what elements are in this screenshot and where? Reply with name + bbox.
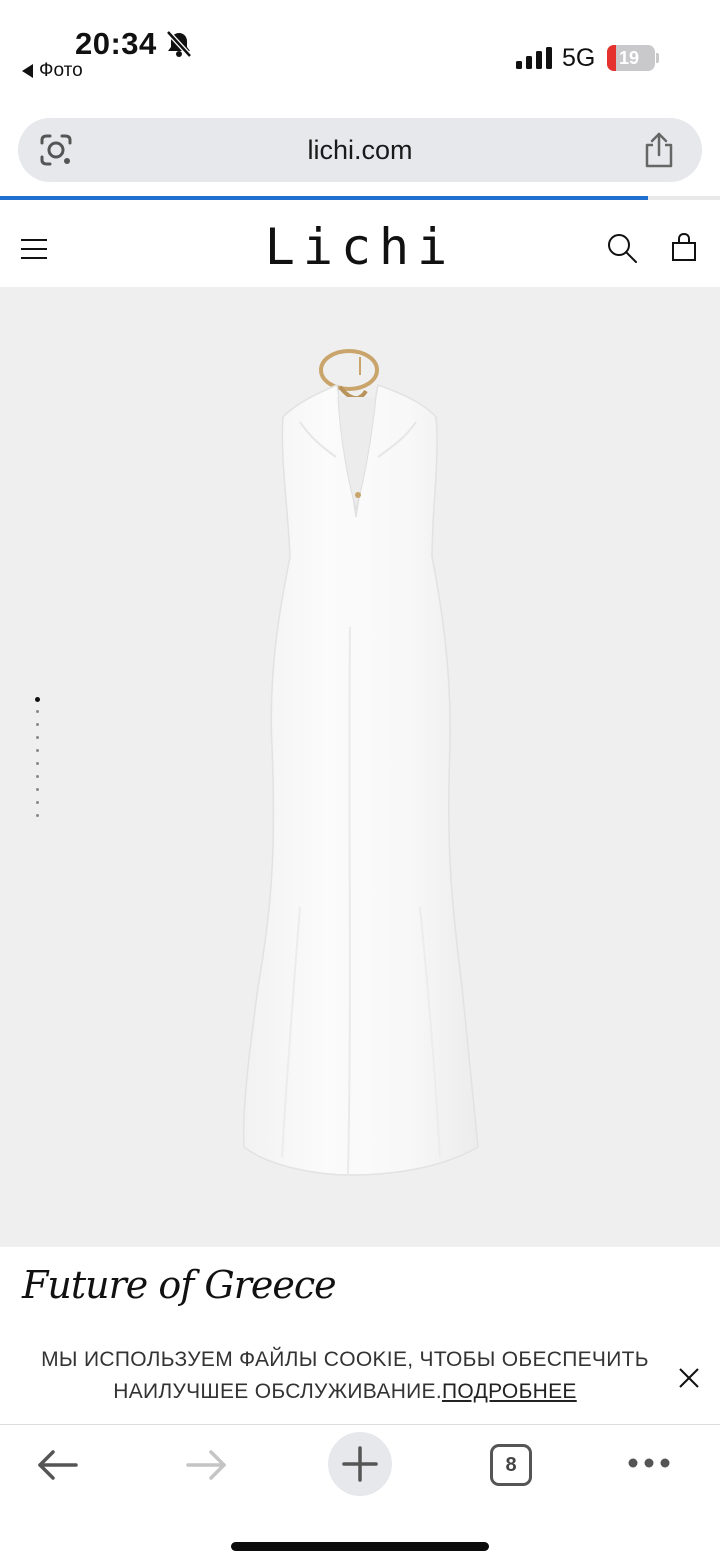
close-icon[interactable] bbox=[676, 1365, 702, 1391]
home-indicator bbox=[231, 1542, 489, 1551]
new-tab-button[interactable] bbox=[328, 1432, 392, 1496]
forward-arrow-icon[interactable] bbox=[186, 1448, 228, 1482]
back-arrow-icon[interactable] bbox=[36, 1448, 78, 1482]
search-icon[interactable] bbox=[606, 232, 638, 264]
network-type: 5G bbox=[562, 44, 596, 72]
pager-dot[interactable] bbox=[36, 788, 39, 791]
address-bar[interactable]: lichi.com bbox=[18, 118, 702, 182]
collection-title: Future of Greece bbox=[22, 1263, 337, 1307]
plus-icon bbox=[342, 1446, 378, 1482]
cookie-more-link[interactable]: ПОДРОБНЕЕ bbox=[442, 1380, 577, 1403]
back-app-label: Фото bbox=[39, 60, 83, 81]
pager-dot[interactable] bbox=[36, 736, 39, 739]
site-header: Lichi bbox=[0, 200, 720, 287]
pager-dot[interactable] bbox=[36, 762, 39, 765]
pager-dot[interactable] bbox=[36, 710, 39, 713]
bell-slash-icon bbox=[166, 30, 192, 58]
share-icon[interactable] bbox=[642, 131, 676, 169]
tabs-icon[interactable]: 8 bbox=[490, 1444, 532, 1486]
status-bar: 20:34 Фото 5G 19 bbox=[0, 0, 720, 100]
url-text[interactable]: lichi.com bbox=[18, 118, 702, 182]
battery-percentage: 19 bbox=[618, 48, 640, 68]
cookie-banner: МЫ ИСПОЛЬЗУЕМ ФАЙЛЫ COOKIE, ЧТОБЫ ОБЕСПЕ… bbox=[0, 1330, 720, 1425]
signal-icon bbox=[516, 47, 552, 69]
pager-dot[interactable] bbox=[36, 723, 39, 726]
status-time: 20:34 bbox=[75, 26, 157, 61]
pager-dot[interactable] bbox=[36, 775, 39, 778]
pager-dot[interactable] bbox=[36, 801, 39, 804]
back-to-app-link[interactable]: Фото bbox=[22, 60, 83, 82]
pager-dot[interactable] bbox=[36, 814, 39, 817]
bag-icon[interactable] bbox=[670, 232, 698, 262]
battery-tip bbox=[656, 53, 659, 63]
back-triangle-icon bbox=[22, 64, 33, 78]
image-pager[interactable] bbox=[34, 697, 44, 837]
more-icon[interactable] bbox=[626, 1456, 672, 1470]
product-gallery[interactable] bbox=[0, 287, 720, 1247]
pager-dot[interactable] bbox=[36, 749, 39, 752]
browser-toolbar: 8 bbox=[0, 1426, 720, 1565]
collection-banner[interactable]: Future of Greece bbox=[0, 1247, 720, 1337]
product-image[interactable] bbox=[0, 287, 720, 1247]
pager-dot[interactable] bbox=[35, 697, 40, 702]
cookie-message-block: МЫ ИСПОЛЬЗУЕМ ФАЙЛЫ COOKIE, ЧТОБЫ ОБЕСПЕ… bbox=[40, 1344, 650, 1408]
battery-icon: 19 bbox=[607, 45, 655, 71]
